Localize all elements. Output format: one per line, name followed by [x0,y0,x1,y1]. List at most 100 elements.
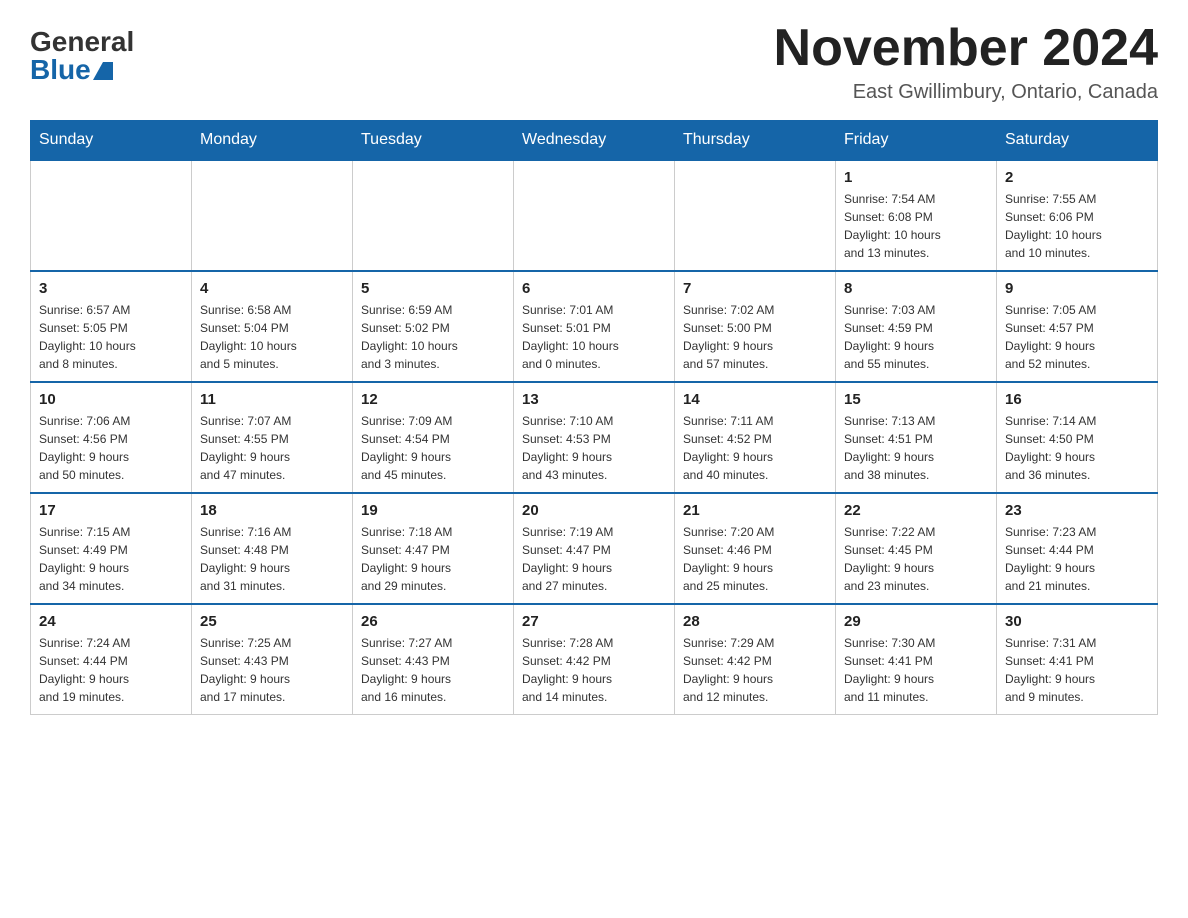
day-number: 15 [844,391,988,408]
day-info: Sunrise: 7:20 AM Sunset: 4:46 PM Dayligh… [683,523,827,595]
calendar-week-row: 17 Sunrise: 7:15 AM Sunset: 4:49 PM Dayli… [31,493,1158,604]
calendar-cell: 27 Sunrise: 7:28 AM Sunset: 4:42 PM Dayli… [514,604,675,715]
day-info: Sunrise: 7:03 AM Sunset: 4:59 PM Dayligh… [844,301,988,373]
calendar-cell: 24 Sunrise: 7:24 AM Sunset: 4:44 PM Dayli… [31,604,192,715]
calendar-cell: 11 Sunrise: 7:07 AM Sunset: 4:55 PM Dayli… [192,382,353,493]
calendar-cell: 14 Sunrise: 7:11 AM Sunset: 4:52 PM Dayli… [675,382,836,493]
logo-general-text: General [30,28,134,56]
calendar-cell: 7 Sunrise: 7:02 AM Sunset: 5:00 PM Daylig… [675,271,836,382]
logo: General Blue [30,20,134,84]
calendar-cell: 10 Sunrise: 7:06 AM Sunset: 4:56 PM Dayli… [31,382,192,493]
day-number: 26 [361,613,505,630]
day-number: 30 [1005,613,1149,630]
day-info: Sunrise: 7:02 AM Sunset: 5:00 PM Dayligh… [683,301,827,373]
day-number: 16 [1005,391,1149,408]
day-info: Sunrise: 7:13 AM Sunset: 4:51 PM Dayligh… [844,412,988,484]
day-info: Sunrise: 7:19 AM Sunset: 4:47 PM Dayligh… [522,523,666,595]
calendar-cell: 18Sunrise: 7:16 AM Sunset: 4:48 PM Dayli… [192,493,353,604]
day-info: Sunrise: 7:54 AM Sunset: 6:08 PM Dayligh… [844,190,988,262]
calendar-cell: 17 Sunrise: 7:15 AM Sunset: 4:49 PM Dayli… [31,493,192,604]
location-subtitle: East Gwillimbury, Ontario, Canada [774,81,1158,104]
calendar-cell [514,160,675,271]
day-number: 5 [361,280,505,297]
day-number: 17 [39,502,183,519]
day-info: Sunrise: 7:06 AM Sunset: 4:56 PM Dayligh… [39,412,183,484]
day-number: 10 [39,391,183,408]
day-number: 3 [39,280,183,297]
calendar-cell: 25 Sunrise: 7:25 AM Sunset: 4:43 PM Dayli… [192,604,353,715]
day-info: Sunrise: 7:27 AM Sunset: 4:43 PM Dayligh… [361,634,505,706]
day-number: 27 [522,613,666,630]
day-number: 28 [683,613,827,630]
day-info: Sunrise: 7:55 AM Sunset: 6:06 PM Dayligh… [1005,190,1149,262]
day-number: 29 [844,613,988,630]
day-number: 24 [39,613,183,630]
logo-blue-text: Blue [30,56,113,84]
day-info: Sunrise: 6:59 AM Sunset: 5:02 PM Dayligh… [361,301,505,373]
day-number: 9 [1005,280,1149,297]
day-info: Sunrise: 7:11 AM Sunset: 4:52 PM Dayligh… [683,412,827,484]
day-info: Sunrise: 7:15 AM Sunset: 4:49 PM Dayligh… [39,523,183,595]
calendar-cell: 16 Sunrise: 7:14 AM Sunset: 4:50 PM Dayli… [997,382,1158,493]
day-number: 18 [200,502,344,519]
day-info: Sunrise: 7:07 AM Sunset: 4:55 PM Dayligh… [200,412,344,484]
day-number: 14 [683,391,827,408]
calendar-cell: 26 Sunrise: 7:27 AM Sunset: 4:43 PM Dayli… [353,604,514,715]
calendar-week-row: 1 Sunrise: 7:54 AM Sunset: 6:08 PM Daylig… [31,160,1158,271]
day-number: 7 [683,280,827,297]
calendar-cell: 5 Sunrise: 6:59 AM Sunset: 5:02 PM Daylig… [353,271,514,382]
day-header-wednesday: Wednesday [514,121,675,161]
day-info: Sunrise: 7:31 AM Sunset: 4:41 PM Dayligh… [1005,634,1149,706]
header: General Blue November 2024 East Gwillimb… [30,20,1158,104]
day-header-tuesday: Tuesday [353,121,514,161]
day-info: Sunrise: 7:14 AM Sunset: 4:50 PM Dayligh… [1005,412,1149,484]
calendar-cell: 13Sunrise: 7:10 AM Sunset: 4:53 PM Dayli… [514,382,675,493]
day-number: 25 [200,613,344,630]
day-number: 21 [683,502,827,519]
calendar-cell: 22 Sunrise: 7:22 AM Sunset: 4:45 PM Dayli… [836,493,997,604]
calendar-cell: 20 Sunrise: 7:19 AM Sunset: 4:47 PM Dayli… [514,493,675,604]
day-info: Sunrise: 7:18 AM Sunset: 4:47 PM Dayligh… [361,523,505,595]
day-number: 1 [844,169,988,186]
day-info: Sunrise: 7:23 AM Sunset: 4:44 PM Dayligh… [1005,523,1149,595]
logo-triangle-icon [93,62,113,80]
day-info: Sunrise: 7:01 AM Sunset: 5:01 PM Dayligh… [522,301,666,373]
day-info: Sunrise: 7:22 AM Sunset: 4:45 PM Dayligh… [844,523,988,595]
day-info: Sunrise: 7:10 AM Sunset: 4:53 PM Dayligh… [522,412,666,484]
day-number: 2 [1005,169,1149,186]
day-number: 22 [844,502,988,519]
calendar-cell: 30 Sunrise: 7:31 AM Sunset: 4:41 PM Dayli… [997,604,1158,715]
calendar-header-row: SundayMondayTuesdayWednesdayThursdayFrid… [31,121,1158,161]
calendar-week-row: 10 Sunrise: 7:06 AM Sunset: 4:56 PM Dayli… [31,382,1158,493]
calendar-cell: 6 Sunrise: 7:01 AM Sunset: 5:01 PM Daylig… [514,271,675,382]
day-header-sunday: Sunday [31,121,192,161]
calendar-cell [675,160,836,271]
calendar-cell: 3 Sunrise: 6:57 AM Sunset: 5:05 PM Daylig… [31,271,192,382]
day-info: Sunrise: 7:24 AM Sunset: 4:44 PM Dayligh… [39,634,183,706]
calendar-cell: 2 Sunrise: 7:55 AM Sunset: 6:06 PM Daylig… [997,160,1158,271]
day-info: Sunrise: 7:29 AM Sunset: 4:42 PM Dayligh… [683,634,827,706]
day-info: Sunrise: 7:30 AM Sunset: 4:41 PM Dayligh… [844,634,988,706]
calendar-week-row: 3 Sunrise: 6:57 AM Sunset: 5:05 PM Daylig… [31,271,1158,382]
calendar-cell: 15 Sunrise: 7:13 AM Sunset: 4:51 PM Dayli… [836,382,997,493]
title-area: November 2024 East Gwillimbury, Ontario,… [774,20,1158,104]
calendar-cell [353,160,514,271]
day-number: 23 [1005,502,1149,519]
day-info: Sunrise: 7:05 AM Sunset: 4:57 PM Dayligh… [1005,301,1149,373]
calendar-cell [31,160,192,271]
day-number: 6 [522,280,666,297]
calendar-cell: 23 Sunrise: 7:23 AM Sunset: 4:44 PM Dayli… [997,493,1158,604]
day-number: 8 [844,280,988,297]
calendar-week-row: 24 Sunrise: 7:24 AM Sunset: 4:44 PM Dayli… [31,604,1158,715]
calendar-cell: 12Sunrise: 7:09 AM Sunset: 4:54 PM Dayli… [353,382,514,493]
calendar-cell: 8 Sunrise: 7:03 AM Sunset: 4:59 PM Daylig… [836,271,997,382]
day-number: 20 [522,502,666,519]
day-info: Sunrise: 7:28 AM Sunset: 4:42 PM Dayligh… [522,634,666,706]
day-number: 11 [200,391,344,408]
day-info: Sunrise: 7:09 AM Sunset: 4:54 PM Dayligh… [361,412,505,484]
day-info: Sunrise: 7:25 AM Sunset: 4:43 PM Dayligh… [200,634,344,706]
day-header-friday: Friday [836,121,997,161]
day-info: Sunrise: 6:57 AM Sunset: 5:05 PM Dayligh… [39,301,183,373]
calendar-cell: 21 Sunrise: 7:20 AM Sunset: 4:46 PM Dayli… [675,493,836,604]
calendar-cell [192,160,353,271]
